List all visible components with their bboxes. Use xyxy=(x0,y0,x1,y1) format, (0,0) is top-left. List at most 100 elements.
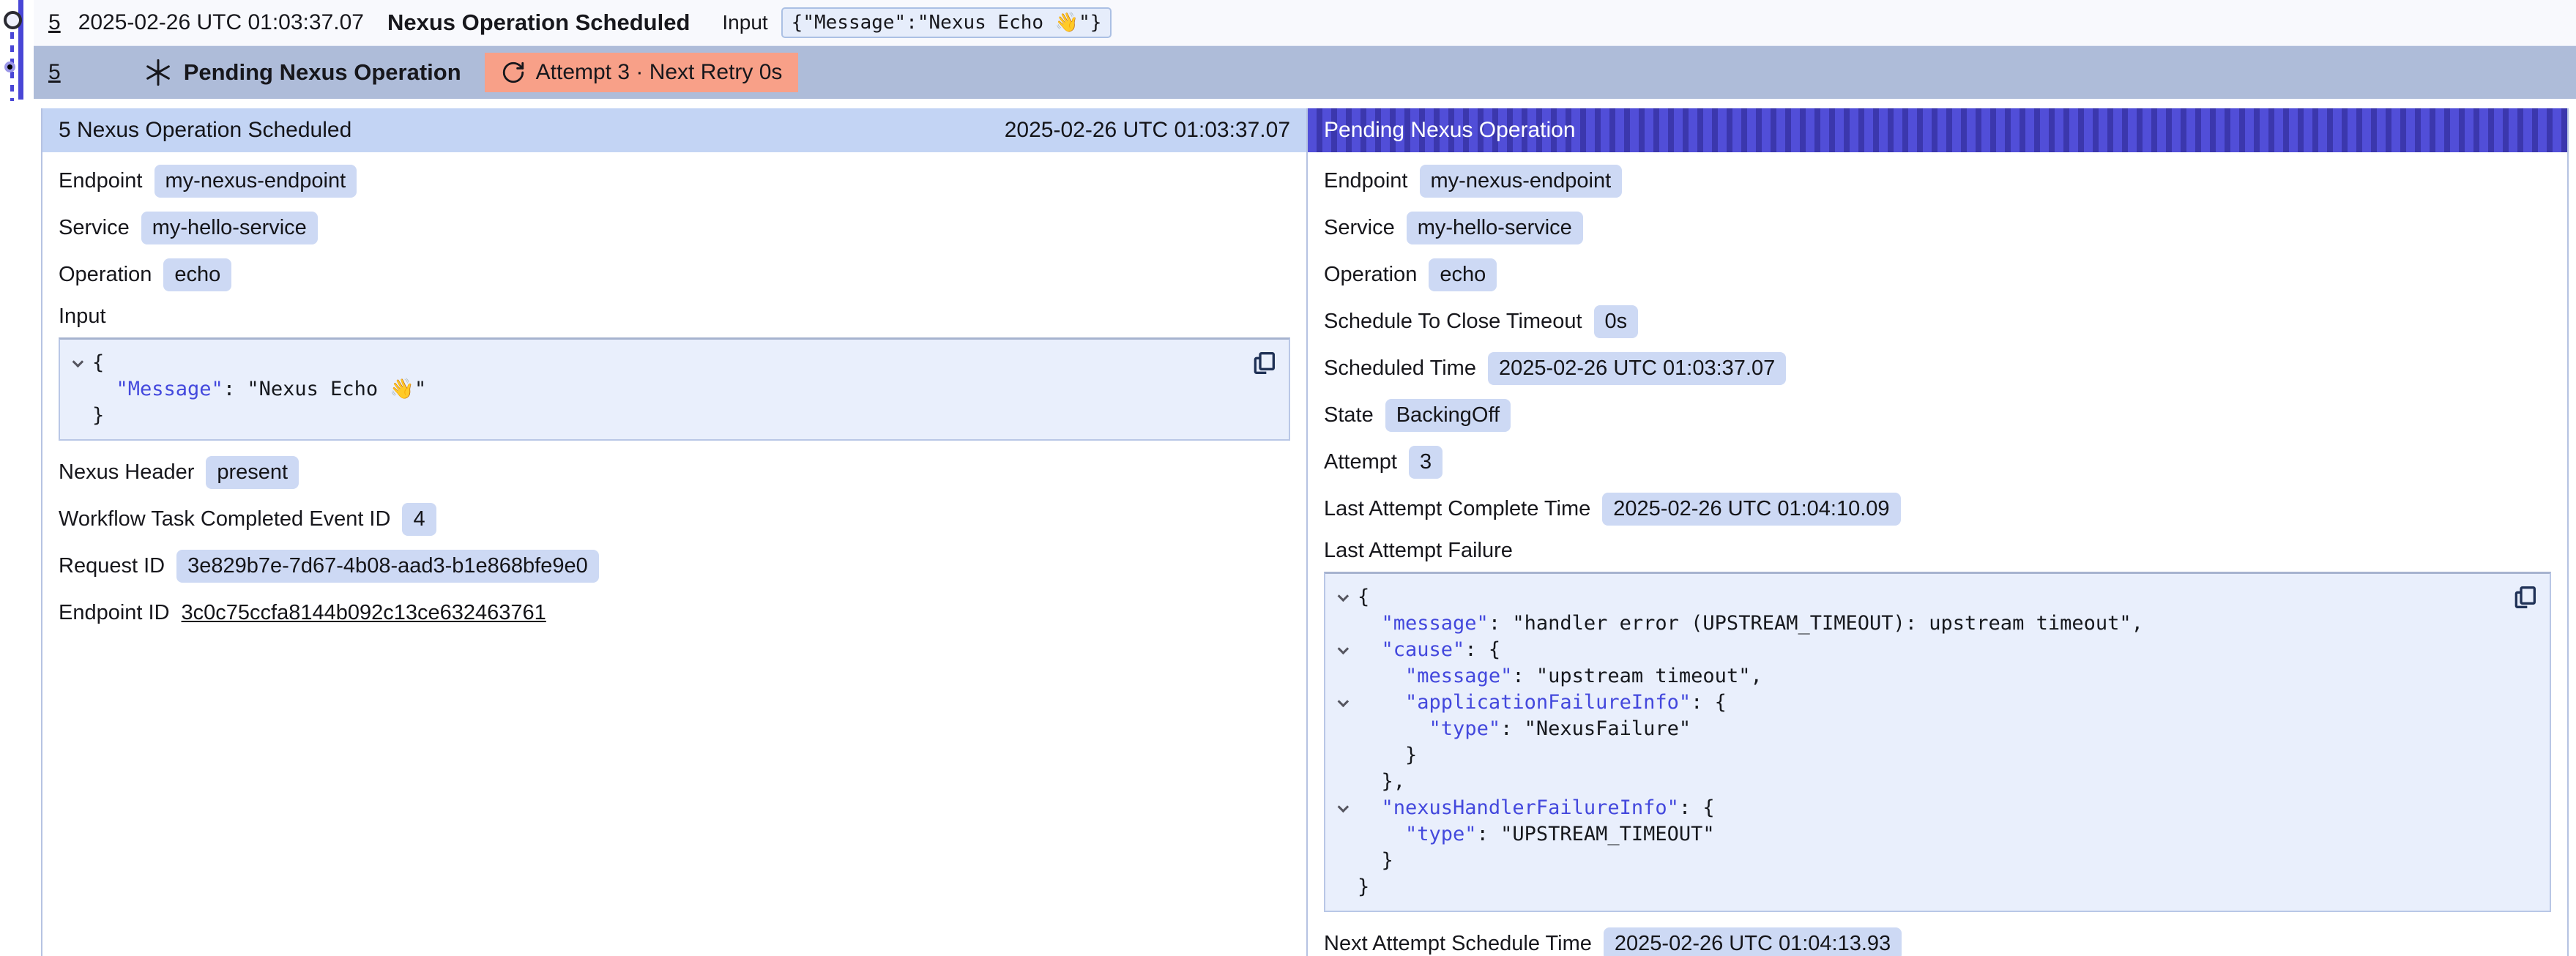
right-panel-header: Pending Nexus Operation xyxy=(1308,108,2567,152)
collapse-chevron-icon[interactable] xyxy=(1337,801,1349,813)
event-timestamp: 2025-02-26 UTC 01:03:37.07 xyxy=(78,10,364,35)
json-line: { xyxy=(66,350,1248,376)
event-id-link[interactable]: 5 xyxy=(48,10,61,35)
json-line: "Message": "Nexus Echo 👋" xyxy=(66,376,1248,403)
json-line-gutter xyxy=(1331,610,1358,637)
json-code-text: { xyxy=(1358,584,1369,610)
request-id-badge: 3e829b7e-7d67-4b08-aad3-b1e868bfe9e0 xyxy=(176,550,599,583)
field-schedule-to-close-timeout: Schedule To Close Timeout 0s xyxy=(1324,305,2551,338)
json-line: { xyxy=(1331,584,2509,610)
field-last-attempt-complete-time: Last Attempt Complete Time 2025-02-26 UT… xyxy=(1324,492,2551,526)
json-line-gutter xyxy=(1331,769,1358,795)
timeout-value-badge: 0s xyxy=(1594,305,1639,338)
json-line-gutter xyxy=(66,350,92,376)
field-endpoint-id: Endpoint ID 3c0c75ccfa8144b092c13ce63246… xyxy=(59,596,1290,630)
right-panel-title: Pending Nexus Operation xyxy=(1324,118,1576,143)
field-next-attempt-schedule-time: Next Attempt Schedule Time 2025-02-26 UT… xyxy=(1324,927,2551,956)
pending-nexus-operation-panel: Pending Nexus Operation Endpoint my-nexu… xyxy=(1306,108,2567,956)
event-id-link[interactable]: 5 xyxy=(48,60,61,85)
field-scheduled-time: Scheduled Time 2025-02-26 UTC 01:03:37.0… xyxy=(1324,351,2551,385)
collapse-chevron-icon[interactable] xyxy=(1337,643,1349,654)
json-line-gutter xyxy=(66,403,92,429)
event-detail-panels: 5 Nexus Operation Scheduled 2025-02-26 U… xyxy=(41,108,2569,956)
event-history-rows: 5 2025-02-26 UTC 01:03:37.07 Nexus Opera… xyxy=(0,0,2576,99)
copy-button[interactable] xyxy=(1249,348,1278,378)
json-code-text: "Message": "Nexus Echo 👋" xyxy=(92,376,426,403)
json-line: "nexusHandlerFailureInfo": { xyxy=(1331,795,2509,821)
input-json-viewer: { "Message": "Nexus Echo 👋"} xyxy=(59,337,1290,441)
input-payload-chip[interactable]: {"Message":"Nexus Echo 👋"} xyxy=(781,7,1112,38)
left-panel-header: 5 Nexus Operation Scheduled 2025-02-26 U… xyxy=(42,108,1306,152)
field-request-id: Request ID 3e829b7e-7d67-4b08-aad3-b1e86… xyxy=(59,549,1290,583)
json-line-gutter xyxy=(1331,637,1358,663)
collapse-chevron-icon[interactable] xyxy=(1337,695,1349,707)
field-service: Service my-hello-service xyxy=(1324,211,2551,244)
json-line-gutter xyxy=(1331,795,1358,821)
field-service: Service my-hello-service xyxy=(59,211,1290,244)
json-line-gutter xyxy=(66,376,92,403)
field-endpoint: Endpoint my-nexus-endpoint xyxy=(1324,164,2551,198)
service-value-badge: my-hello-service xyxy=(1407,212,1583,244)
nexus-operation-scheduled-panel: 5 Nexus Operation Scheduled 2025-02-26 U… xyxy=(42,108,1306,956)
json-code-text: "message": "handler error (UPSTREAM_TIME… xyxy=(1358,610,2143,637)
copy-button[interactable] xyxy=(2510,583,2539,612)
json-code-text: { xyxy=(92,350,104,376)
wft-event-id-badge: 4 xyxy=(402,503,436,536)
collapse-chevron-icon[interactable] xyxy=(72,356,83,367)
attempt-retry-text: Attempt 3 · Next Retry 0s xyxy=(536,60,783,85)
json-line: "type": "NexusFailure" xyxy=(1331,716,2509,742)
json-code-text: } xyxy=(1358,742,1417,769)
field-nexus-header: Nexus Header present xyxy=(59,455,1290,489)
last-attempt-failure-json-viewer: { "message": "handler error (UPSTREAM_TI… xyxy=(1324,572,2551,912)
json-code-text: "cause": { xyxy=(1358,637,1500,663)
endpoint-id-link[interactable]: 3c0c75ccfa8144b092c13ce632463761 xyxy=(182,601,546,625)
left-panel-title: 5 Nexus Operation Scheduled xyxy=(59,118,351,143)
retry-icon xyxy=(501,60,526,85)
json-line: }, xyxy=(1331,769,2509,795)
json-line-gutter xyxy=(1331,874,1358,900)
json-line-gutter xyxy=(1331,663,1358,690)
json-line-gutter xyxy=(1331,742,1358,769)
nexus-header-value-badge: present xyxy=(206,456,299,489)
operation-value-badge: echo xyxy=(1429,258,1497,291)
field-operation: Operation echo xyxy=(1324,258,2551,291)
field-operation: Operation echo xyxy=(59,258,1290,291)
pending-title: Pending Nexus Operation xyxy=(184,59,461,86)
event-row-nexus-operation-scheduled[interactable]: 5 2025-02-26 UTC 01:03:37.07 Nexus Opera… xyxy=(34,0,2576,46)
pending-asterisk-icon xyxy=(143,57,174,88)
pending-nexus-operation-row[interactable]: 5 Pending Nexus Operation Attempt 3 · Ne… xyxy=(34,46,2576,99)
endpoint-value-badge: my-nexus-endpoint xyxy=(155,165,357,198)
state-badge: BackingOff xyxy=(1385,399,1511,432)
json-line: } xyxy=(66,403,1248,429)
json-code-text: "type": "NexusFailure" xyxy=(1358,716,1691,742)
field-state: State BackingOff xyxy=(1324,398,2551,432)
scheduled-time-badge: 2025-02-26 UTC 01:03:37.07 xyxy=(1488,352,1786,385)
last-attempt-complete-time-badge: 2025-02-26 UTC 01:04:10.09 xyxy=(1602,493,1900,526)
endpoint-value-badge: my-nexus-endpoint xyxy=(1420,165,1623,198)
attempt-badge: 3 xyxy=(1409,446,1443,479)
input-label: Input xyxy=(722,11,767,34)
json-line: } xyxy=(1331,848,2509,874)
json-line-gutter xyxy=(1331,690,1358,716)
next-attempt-schedule-time-badge: 2025-02-26 UTC 01:04:13.93 xyxy=(1604,927,1902,956)
event-title: Nexus Operation Scheduled xyxy=(387,10,690,36)
json-code-text: "message": "upstream timeout", xyxy=(1358,663,1762,690)
last-attempt-failure-label: Last Attempt Failure xyxy=(1324,539,2551,563)
operation-value-badge: echo xyxy=(163,258,231,291)
field-workflow-task-completed-event-id: Workflow Task Completed Event ID 4 xyxy=(59,502,1290,536)
json-line: "cause": { xyxy=(1331,637,2509,663)
input-section-label: Input xyxy=(59,305,1290,329)
left-panel-body: Endpoint my-nexus-endpoint Service my-he… xyxy=(42,152,1306,643)
service-value-badge: my-hello-service xyxy=(141,212,318,244)
json-line-gutter xyxy=(1331,716,1358,742)
json-code-text: "applicationFailureInfo": { xyxy=(1358,690,1727,716)
collapse-chevron-icon[interactable] xyxy=(1337,590,1349,602)
left-panel-timestamp: 2025-02-26 UTC 01:03:37.07 xyxy=(1005,118,1290,143)
json-code-text: "nexusHandlerFailureInfo": { xyxy=(1358,795,1715,821)
json-code-text: }, xyxy=(1358,769,1405,795)
json-line-gutter xyxy=(1331,584,1358,610)
right-panel-body: Endpoint my-nexus-endpoint Service my-he… xyxy=(1308,152,2567,956)
json-line: "applicationFailureInfo": { xyxy=(1331,690,2509,716)
json-line: } xyxy=(1331,742,2509,769)
json-code-text: } xyxy=(92,403,104,429)
